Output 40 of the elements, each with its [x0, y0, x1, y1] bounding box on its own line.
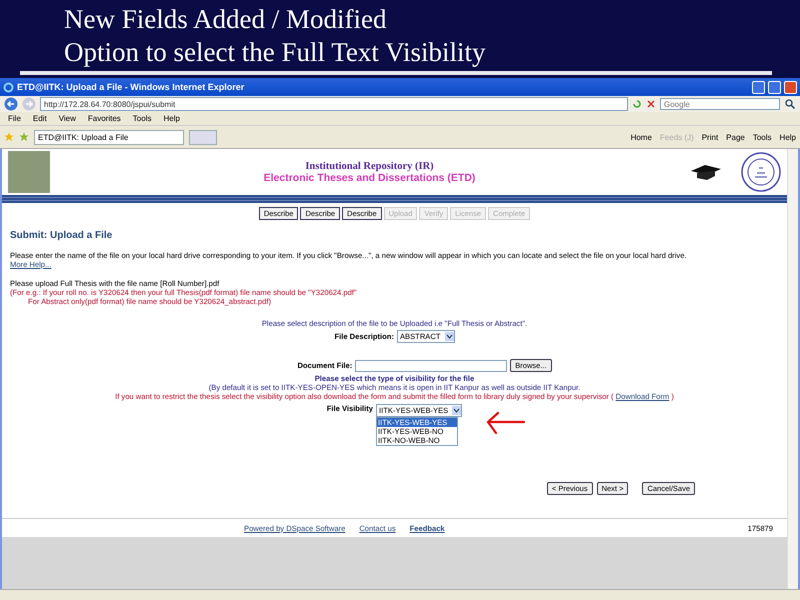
slide-title-line: Option to select the Full Text Visibility	[64, 36, 486, 69]
document-file-field[interactable]	[355, 360, 508, 372]
back-icon[interactable]	[4, 97, 18, 111]
toolbar-button[interactable]: Tools	[752, 132, 772, 142]
dropdown-arrow-icon	[452, 406, 462, 415]
window-title: ETD@IITK: Upload a File - Windows Internet Explorer	[17, 82, 246, 92]
search-icon[interactable]	[784, 98, 796, 110]
page-heading: Submit: Upload a File	[10, 230, 114, 241]
arrow-annotation	[484, 410, 526, 436]
menu-item[interactable]: View	[58, 114, 76, 123]
scrollbar[interactable]	[787, 149, 798, 589]
stop-icon[interactable]	[646, 99, 656, 109]
photo-placeholder	[8, 151, 50, 193]
browser-logo-icon	[3, 82, 14, 92]
menu-item[interactable]: Favorites	[88, 114, 121, 123]
search-field[interactable]: Google	[660, 98, 780, 110]
close-button[interactable]	[784, 80, 797, 94]
header-subtitle: Electronic Theses and Dissertations (ETD)	[262, 172, 476, 184]
toolbar-button[interactable]: Print	[702, 132, 718, 142]
menu-item[interactable]: Tools	[132, 114, 152, 123]
menu-item[interactable]: Help	[163, 114, 180, 123]
slide-title-line: New Fields Added / Modified	[64, 3, 388, 36]
toolbar-button[interactable]: Page	[726, 132, 745, 142]
maximize-button[interactable]	[768, 80, 781, 94]
address-field[interactable]: http://172.28.64.70:8080/jspui/submit	[40, 97, 628, 111]
toolbar-button[interactable]: Home	[630, 132, 652, 142]
tab-title: ETD@IITK: Upload a File	[38, 132, 128, 142]
dropdown-arrow-icon	[444, 332, 454, 341]
menu-item[interactable]: File	[8, 114, 21, 123]
minimize-button[interactable]	[752, 80, 765, 94]
header-title: Institutional Repository (IR)	[304, 160, 435, 172]
new-tab-button[interactable]	[189, 130, 217, 144]
favorites-star-icon[interactable]	[4, 132, 14, 142]
browser-tab[interactable]: ETD@IITK: Upload a File	[34, 130, 184, 144]
menu-item[interactable]: Edit	[32, 114, 47, 123]
address-text: http://172.28.64.70:8080/jspui/submit	[44, 100, 176, 108]
add-favorite-icon[interactable]	[19, 132, 29, 142]
graduation-cap-icon	[689, 163, 723, 181]
toolbar-button[interactable]: Help	[780, 132, 796, 142]
refresh-icon[interactable]	[632, 99, 642, 109]
